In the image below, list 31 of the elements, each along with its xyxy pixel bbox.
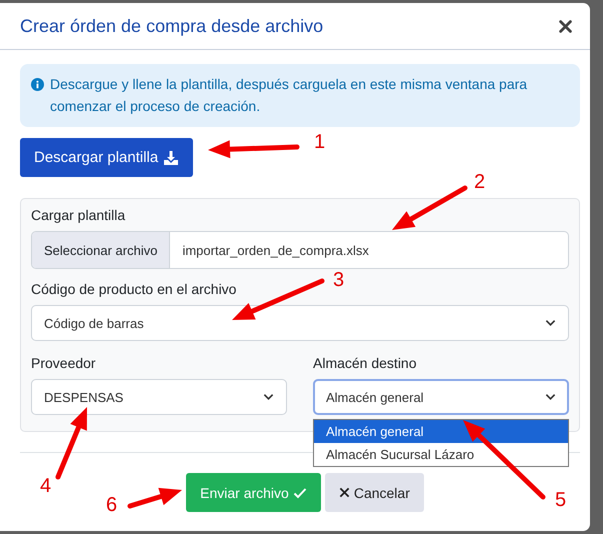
chevron-down-icon: [263, 393, 274, 401]
file-input[interactable]: Seleccionar archivo importar_orden_de_compra.xlsx: [31, 231, 569, 269]
annotation-number: 1: [314, 132, 326, 152]
annotation-number: 6: [106, 495, 118, 515]
field-label: Código de producto en el archivo: [31, 281, 238, 297]
product-code-select[interactable]: Código de barras: [31, 305, 569, 341]
info-icon: [31, 78, 44, 91]
file-name: importar_orden_de_compra.xlsx: [181, 242, 370, 260]
supplier-select[interactable]: DESPENSAS: [31, 379, 287, 415]
download-icon: [163, 150, 180, 166]
dialog-title: Crear órden de compra desde archivo: [20, 16, 324, 36]
download-template-button[interactable]: Descargar plantilla: [20, 138, 194, 177]
annotation-arrow: [128, 488, 182, 508]
dropdown-option[interactable]: Almacén general: [314, 420, 568, 443]
select-file-button[interactable]: Seleccionar archivo: [32, 232, 170, 268]
field-label: Proveedor: [31, 355, 97, 371]
field-label: Cargar plantilla: [31, 207, 126, 223]
field-label: Almacén destino: [313, 355, 418, 371]
dropdown-option[interactable]: Almacén Sucursal Lázaro: [314, 443, 568, 466]
cancel-button[interactable]: Cancelar: [324, 473, 424, 512]
annotation-number: 4: [40, 476, 52, 496]
close-icon[interactable]: [559, 20, 572, 32]
chevron-down-icon: [545, 393, 556, 401]
annotation-number: 3: [333, 270, 344, 290]
warehouse-select[interactable]: Almacén general: [313, 379, 569, 415]
chevron-down-icon: [545, 319, 556, 327]
check-icon: [292, 486, 307, 498]
annotation-number: 2: [474, 172, 486, 192]
info-message: Descargue y llene la plantilla, después carguela en este misma ventana para comenzar el proceso de creación.: [50, 75, 528, 116]
close-icon: [338, 487, 350, 498]
annotation-number: 5: [555, 490, 566, 510]
